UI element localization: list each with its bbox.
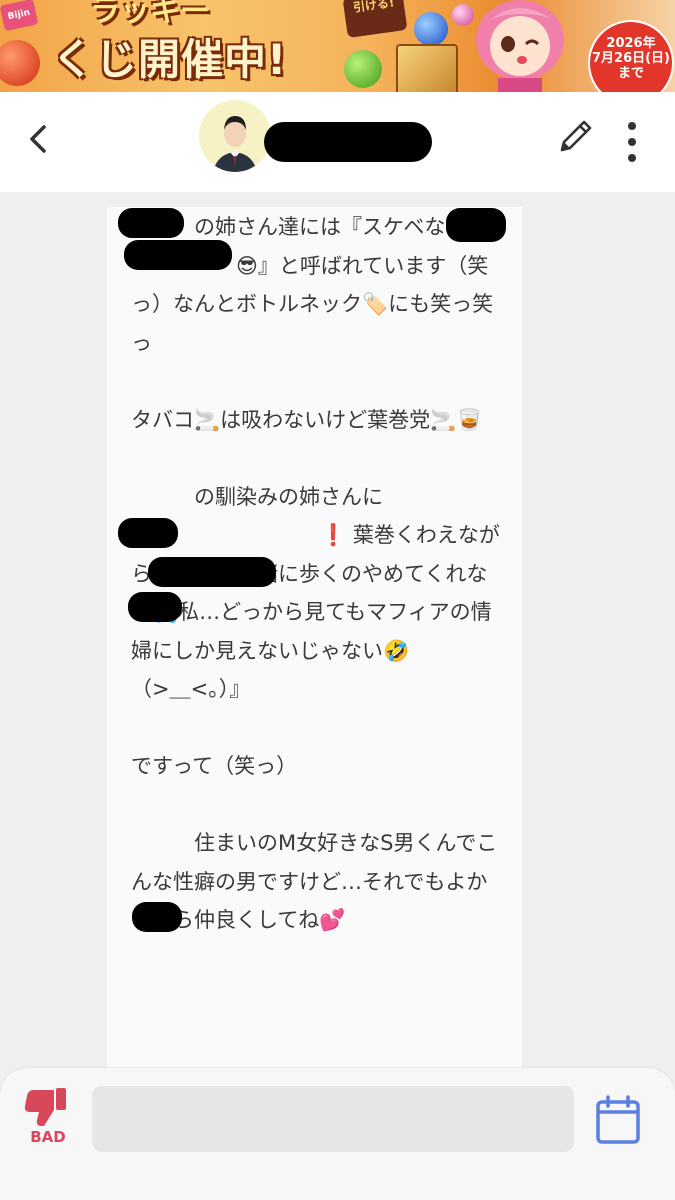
redaction-mark [118, 518, 178, 548]
menu-icon[interactable] [620, 120, 644, 164]
redaction-mark [118, 208, 184, 238]
redaction-mark [148, 557, 276, 587]
message-input[interactable] [92, 1086, 574, 1152]
bad-label: BAD [30, 1128, 66, 1146]
edit-icon[interactable] [556, 118, 594, 158]
badge-year: 2026年 [606, 36, 656, 51]
banner-character [476, 0, 564, 92]
banner-sticker: 引ける! [342, 0, 408, 38]
banner-ball [344, 50, 382, 88]
person-icon [199, 100, 271, 172]
thumbs-down-icon [24, 1088, 66, 1126]
badge-suffix: まで [617, 66, 644, 81]
redaction-mark [132, 902, 182, 932]
redaction-mark [446, 208, 506, 242]
contact-name-redacted [264, 122, 432, 162]
banner-gift-box [396, 44, 458, 92]
calendar-icon[interactable] [594, 1094, 642, 1146]
banner-deadline-badge: 2026年 7月26日(日) まで [588, 20, 674, 92]
banner-ball [414, 12, 448, 46]
avatar[interactable] [199, 100, 271, 172]
back-icon[interactable] [22, 122, 56, 156]
banner-headline: くじ開催中! [52, 35, 288, 84]
bad-button[interactable]: BAD [20, 1084, 80, 1154]
ad-banner[interactable]: Bijin ラッキー 引ける! くじ開催中! 2026年 7月26日(日) まで [0, 0, 675, 92]
banner-logo: Bijin [0, 0, 39, 32]
badge-date: 7月26日(日) [591, 51, 671, 66]
banner-ball [0, 40, 40, 86]
redaction-mark [128, 592, 182, 622]
chat-header [0, 92, 675, 192]
redaction-mark [124, 240, 232, 270]
